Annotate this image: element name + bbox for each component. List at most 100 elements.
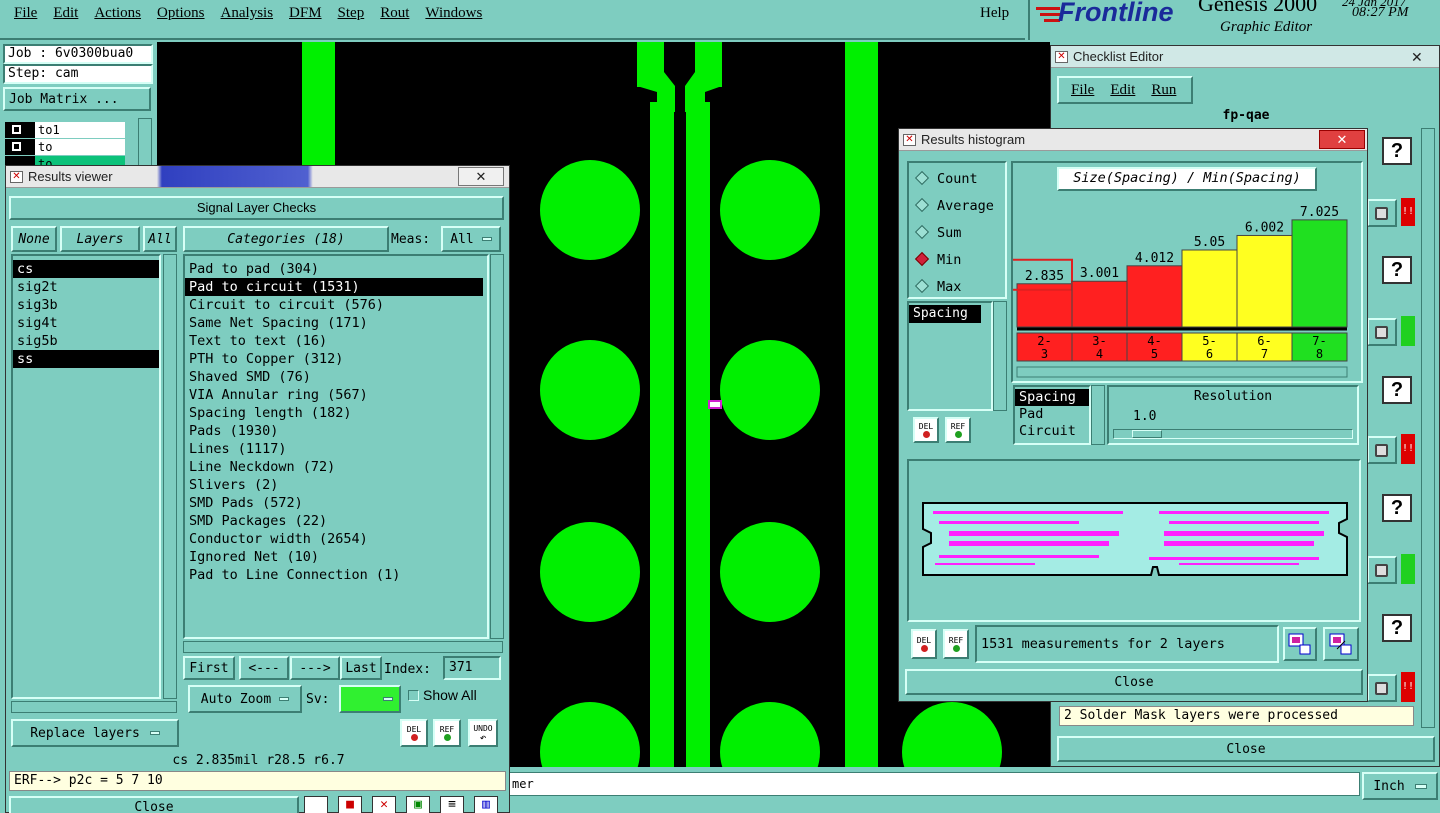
tool-icon[interactable]	[304, 796, 328, 813]
category-item[interactable]: VIA Annular ring (567)	[185, 386, 487, 404]
tool-icon[interactable]: ▣	[406, 796, 430, 813]
category-item[interactable]: Pad to pad (304)	[185, 260, 487, 278]
category-item[interactable]: Pads (1930)	[185, 422, 487, 440]
last-button[interactable]: Last	[340, 656, 382, 680]
close-window-button[interactable]: ✕	[1411, 46, 1423, 68]
job-matrix-button[interactable]: Job Matrix ...	[3, 87, 151, 111]
menu-step[interactable]: Step	[338, 5, 365, 22]
auto-zoom-dropdown[interactable]: Auto Zoom	[188, 685, 302, 713]
menu-file[interactable]: File	[14, 5, 37, 22]
refresh-button[interactable]: REF	[433, 719, 461, 747]
tool-icon[interactable]: ■	[338, 796, 362, 813]
help-icon[interactable]: ?	[1382, 494, 1412, 522]
category-item[interactable]: Lines (1117)	[185, 440, 487, 458]
import-icon[interactable]	[1323, 627, 1359, 661]
chart-hscrollbar[interactable]	[1016, 366, 1348, 378]
category-list-hscrollbar[interactable]	[183, 641, 503, 653]
sv-color-dropdown[interactable]	[339, 685, 401, 713]
replace-layers-dropdown[interactable]: Replace layers	[11, 719, 179, 747]
histogram-refresh-button[interactable]: REF	[945, 417, 971, 443]
next-button[interactable]: --->	[290, 656, 340, 680]
checklist-close-button[interactable]: Close	[1057, 736, 1435, 762]
layer-item[interactable]: sig2t	[13, 278, 159, 296]
checklist-menu-file[interactable]: File	[1071, 82, 1094, 99]
histogram-delete-button[interactable]: DEL	[913, 417, 939, 443]
category-item[interactable]: Circuit to circuit (576)	[185, 296, 487, 314]
check-status-icon[interactable]	[1367, 318, 1397, 346]
tool-icon[interactable]: ✕	[372, 796, 396, 813]
mode-count[interactable]: Count	[914, 170, 1005, 198]
layer-strip-row[interactable]: to1	[5, 122, 125, 138]
category-item[interactable]: Line Neckdown (72)	[185, 458, 487, 476]
category-item[interactable]: Shaved SMD (76)	[185, 368, 487, 386]
menu-windows[interactable]: Windows	[425, 5, 482, 22]
menu-help[interactable]: Help	[980, 5, 1009, 22]
histogram-bar[interactable]	[1291, 219, 1348, 328]
check-status-icon[interactable]	[1367, 674, 1397, 702]
check-status-icon[interactable]	[1367, 556, 1397, 584]
sort-item[interactable]: Spacing	[1015, 389, 1089, 406]
sort-list-scrollbar[interactable]	[1091, 385, 1105, 445]
delete-button[interactable]: DEL	[400, 719, 428, 747]
sort-item[interactable]: Pad	[1015, 406, 1089, 423]
mode-min[interactable]: Min	[914, 251, 1005, 279]
slider-thumb[interactable]	[1132, 430, 1162, 438]
category-item[interactable]: Pad to circuit (1531)	[185, 278, 483, 296]
help-icon[interactable]: ?	[1382, 614, 1412, 642]
checklist-scrollbar[interactable]	[1421, 128, 1435, 728]
histogram-close-button[interactable]: Close	[905, 669, 1363, 695]
none-button[interactable]: None	[11, 226, 57, 252]
menu-dfm[interactable]: DFM	[289, 5, 322, 22]
mode-sum[interactable]: Sum	[914, 224, 1005, 252]
help-icon[interactable]: ?	[1382, 376, 1412, 404]
category-item[interactable]: Slivers (2)	[185, 476, 487, 494]
check-status-icon[interactable]	[1367, 199, 1397, 227]
board-preview[interactable]	[907, 459, 1361, 622]
preview-refresh-button[interactable]: REF	[943, 629, 969, 659]
category-item[interactable]: Text to text (16)	[185, 332, 487, 350]
preview-delete-button[interactable]: DEL	[911, 629, 937, 659]
category-item[interactable]: SMD Packages (22)	[185, 512, 487, 530]
histogram-bar[interactable]	[1071, 280, 1128, 328]
category-item[interactable]: Ignored Net (10)	[185, 548, 487, 566]
index-input[interactable]: 371	[443, 656, 501, 680]
meas-dropdown[interactable]: All	[441, 226, 501, 252]
layer-strip-row[interactable]: to	[5, 139, 125, 155]
layer-item[interactable]: cs	[13, 260, 159, 278]
units-dropdown[interactable]: Inch	[1362, 772, 1438, 800]
histogram-bar[interactable]	[1236, 234, 1293, 328]
category-item[interactable]: SMD Pads (572)	[185, 494, 487, 512]
menu-edit[interactable]: Edit	[53, 5, 78, 22]
layer-list-hscrollbar[interactable]	[11, 701, 177, 713]
check-status-icon[interactable]	[1367, 436, 1397, 464]
checklist-menu-run[interactable]: Run	[1151, 82, 1176, 99]
category-item[interactable]: PTH to Copper (312)	[185, 350, 487, 368]
mode-average[interactable]: Average	[914, 197, 1005, 225]
show-all-checkbox[interactable]	[408, 690, 419, 701]
histogram-bar[interactable]	[1126, 265, 1183, 328]
tool-icon[interactable]: ▥	[474, 796, 498, 813]
category-item[interactable]: Same Net Spacing (171)	[185, 314, 487, 332]
measure-list-scrollbar[interactable]	[993, 301, 1007, 411]
checklist-menu-edit[interactable]: Edit	[1110, 82, 1135, 99]
layers-button[interactable]: Layers	[60, 226, 140, 252]
layer-item[interactable]: ss	[13, 350, 159, 368]
menu-rout[interactable]: Rout	[380, 5, 409, 22]
results-viewer-close-button[interactable]: Close	[9, 796, 299, 813]
close-window-button[interactable]: ✕	[458, 167, 504, 186]
menu-analysis[interactable]: Analysis	[221, 5, 274, 22]
layer-item[interactable]: sig5b	[13, 332, 159, 350]
help-icon[interactable]: ?	[1382, 137, 1412, 165]
layer-list-scrollbar[interactable]	[163, 254, 177, 699]
category-item[interactable]: Pad to Line Connection (1)	[185, 566, 487, 584]
category-item[interactable]: Conductor width (2654)	[185, 530, 487, 548]
sort-item[interactable]: Circuit	[1015, 423, 1089, 440]
category-item[interactable]: Spacing length (182)	[185, 404, 487, 422]
all-layers-button[interactable]: All	[143, 226, 177, 252]
categories-button[interactable]: Categories (18)	[183, 226, 389, 252]
export-icon[interactable]	[1283, 627, 1317, 661]
undo-button[interactable]: UNDO ↶	[468, 719, 498, 747]
menu-options[interactable]: Options	[157, 5, 205, 22]
prev-button[interactable]: <---	[239, 656, 289, 680]
measure-item[interactable]: Spacing	[909, 305, 981, 323]
